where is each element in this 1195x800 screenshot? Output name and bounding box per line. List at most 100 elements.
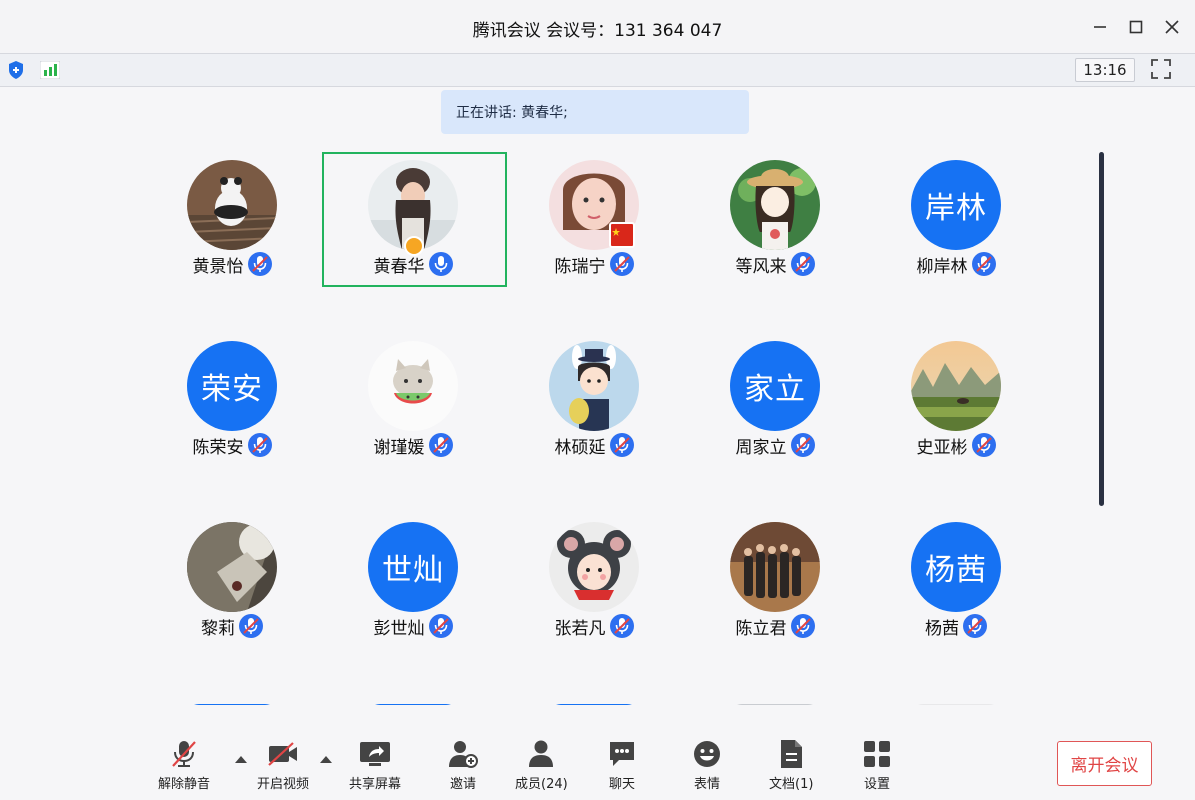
participant-name-row: 陈瑞宁 [555, 251, 634, 277]
avatar-initials: 荣安 [201, 372, 263, 407]
caret-up-icon [320, 756, 332, 763]
participant-name-row: 柳岸林 [917, 251, 996, 277]
participant-name: 林硕延 [554, 437, 606, 458]
chat-button[interactable]: 聊天 [606, 738, 638, 792]
title-bar: 腾讯会议 会议号：131 364 047 [0, 0, 1195, 54]
participant-name-row: 黄春华 [374, 251, 453, 277]
mic-muted-icon [609, 252, 634, 276]
participant-avatar[interactable]: 家立 [730, 341, 820, 431]
participant-name: 彭世灿 [373, 618, 425, 639]
participant-avatar[interactable] [549, 522, 639, 612]
participant-name: 谢瑾媛 [373, 437, 425, 458]
participant-name: 陈立君 [735, 618, 787, 639]
close-button[interactable] [1158, 13, 1186, 41]
mic-muted-icon [790, 433, 815, 457]
participant-avatar[interactable] [911, 341, 1001, 431]
participant-name-row: 林硕延 [555, 432, 634, 458]
settings-label: 设置 [863, 777, 890, 792]
invite-label: 邀请 [449, 777, 476, 792]
maximize-icon [1129, 20, 1143, 34]
participant-name-row: 彭世灿 [374, 613, 453, 639]
participant-name-row: 史亚彬 [917, 432, 996, 458]
window-title: 腾讯会议 会议号：131 364 047 [472, 21, 723, 41]
start-video-label: 开启视频 [257, 777, 310, 792]
mic-muted-icon [609, 614, 634, 638]
members-button[interactable]: 成员(24) [515, 738, 568, 792]
participant-name: 等风来 [735, 256, 787, 277]
mic-muted-icon [247, 433, 272, 457]
participant-name: 陈瑞宁 [554, 256, 606, 277]
share-screen-button[interactable]: 共享屏幕 [349, 738, 401, 792]
avatar-initials: 岸林 [925, 191, 987, 226]
grid-scrollbar[interactable] [1099, 152, 1104, 506]
add-user-icon [447, 738, 479, 770]
participant-name-row: 陈荣安 [193, 432, 272, 458]
documents-label: 文档(1) [769, 777, 814, 792]
audio-options-caret[interactable] [234, 749, 248, 763]
participant-name-row: 张若凡 [555, 613, 634, 639]
active-speaker-banner: 正在讲话: 黄春华; [441, 90, 749, 134]
emoji-icon [691, 738, 723, 770]
participant-name-row: 等风来 [736, 251, 815, 277]
mic-muted-icon [971, 252, 996, 276]
settings-grid-icon [861, 738, 893, 770]
participant-avatar[interactable]: 荣安 [187, 341, 277, 431]
fullscreen-icon [1151, 59, 1171, 79]
unmute-button[interactable]: 解除静音 [158, 738, 210, 792]
video-options-caret[interactable] [319, 749, 333, 763]
start-video-button[interactable]: 开启视频 [257, 738, 309, 792]
participant-avatar[interactable] [549, 341, 639, 431]
mic-muted-icon [168, 738, 200, 770]
emoji-button[interactable]: 表情 [691, 738, 723, 792]
mic-muted-icon [239, 614, 263, 638]
security-shield-icon[interactable] [5, 59, 27, 81]
mic-muted-icon [971, 433, 996, 457]
mic-muted-icon [963, 614, 987, 638]
share-screen-icon [359, 738, 391, 770]
avatar-initials: 家立 [744, 372, 806, 407]
participant-avatar[interactable]: 岸林 [911, 160, 1001, 250]
members-label: 成员(24) [515, 777, 568, 792]
maximize-button[interactable] [1122, 13, 1150, 41]
minimize-icon [1094, 26, 1106, 28]
flag-icon [609, 222, 635, 248]
fullscreen-button[interactable] [1150, 58, 1172, 80]
invite-button[interactable]: 邀请 [447, 738, 479, 792]
participant-avatar[interactable] [368, 341, 458, 431]
participant-avatar[interactable] [187, 522, 277, 612]
unmute-label: 解除静音 [158, 777, 211, 792]
participant-name: 张若凡 [554, 618, 606, 639]
mic-muted-icon [428, 433, 453, 457]
mic-muted-icon [790, 614, 815, 638]
chat-label: 聊天 [608, 777, 635, 792]
participant-name-row: 杨茜 [925, 613, 987, 639]
participant-name: 黄景怡 [192, 256, 244, 277]
camera-off-icon [267, 738, 299, 770]
share-screen-label: 共享屏幕 [349, 777, 402, 792]
participant-avatar[interactable] [730, 522, 820, 612]
participant-name-row: 黄景怡 [193, 251, 272, 277]
mic-muted-icon [247, 252, 272, 276]
participant-avatar[interactable]: 杨茜 [911, 522, 1001, 612]
participant-name: 陈荣安 [192, 437, 244, 458]
participant-name: 黎莉 [201, 618, 235, 639]
participant-avatar[interactable] [187, 160, 277, 250]
participant-avatar[interactable]: 世灿 [368, 522, 458, 612]
participant-name-row: 谢瑾媛 [374, 432, 453, 458]
avatar-initials: 杨茜 [925, 553, 987, 588]
meeting-info-bar: 13:16 [0, 53, 1195, 87]
participant-name: 黄春华 [373, 256, 425, 277]
network-signal-icon[interactable] [39, 59, 61, 81]
participant-avatar[interactable] [730, 160, 820, 250]
mic-muted-icon [428, 614, 453, 638]
caret-up-icon [235, 756, 247, 763]
settings-button[interactable]: 设置 [861, 738, 893, 792]
close-icon [1165, 20, 1179, 34]
participant-name: 周家立 [735, 437, 787, 458]
leave-meeting-button[interactable]: 离开会议 [1057, 741, 1152, 786]
participant-name-row: 周家立 [736, 432, 815, 458]
chat-icon [606, 738, 638, 770]
minimize-button[interactable] [1086, 13, 1114, 41]
participant-name: 柳岸林 [916, 256, 968, 277]
documents-button[interactable]: 文档(1) [769, 738, 813, 792]
